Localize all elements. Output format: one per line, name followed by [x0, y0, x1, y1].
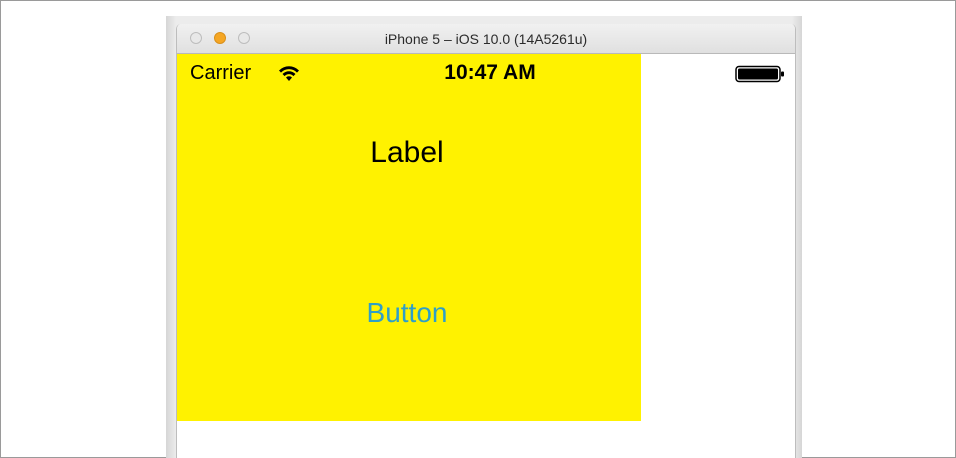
- title-bar[interactable]: iPhone 5 – iOS 10.0 (14A5261u): [177, 24, 795, 54]
- label: Label: [370, 136, 444, 169]
- wifi-icon: [279, 66, 299, 81]
- yellow-view: [177, 54, 641, 421]
- window-title: iPhone 5 – iOS 10.0 (14A5261u): [384, 31, 588, 47]
- carrier-name: Carrier: [190, 62, 252, 84]
- device-screen: Carrier 10:47 AM Label Button: [177, 54, 795, 458]
- status-time: 10:47 AM: [444, 61, 536, 84]
- button[interactable]: Button: [327, 297, 487, 329]
- status-bar: Carrier 10:47 AM: [177, 54, 795, 94]
- simulator-window: iPhone 5 – iOS 10.0 (14A5261u) Carrier 1…: [176, 24, 796, 458]
- battery-icon: [735, 65, 784, 83]
